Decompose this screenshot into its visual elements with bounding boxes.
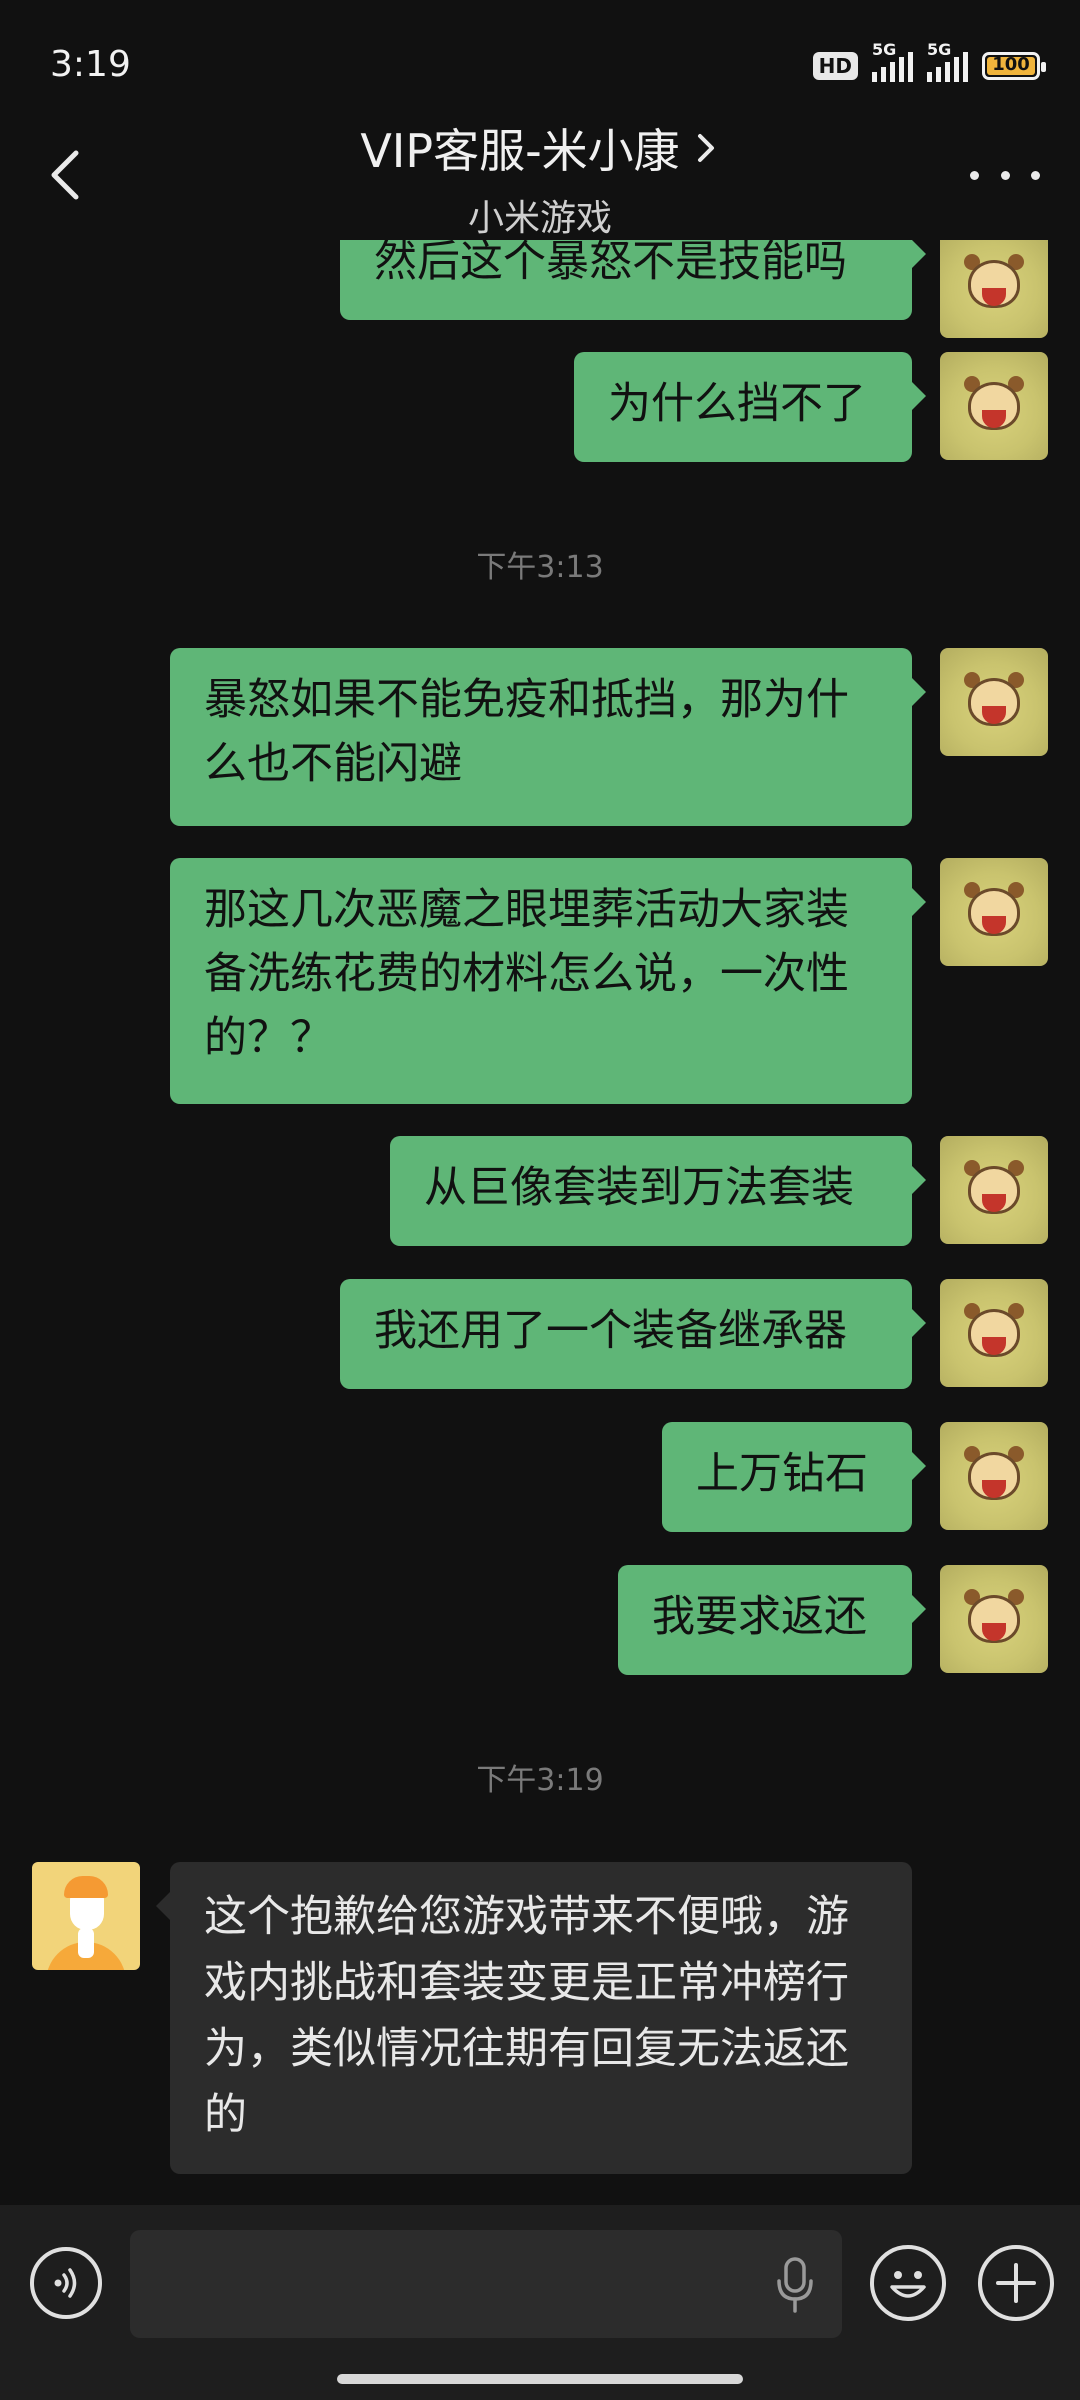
message-text: 这个抱歉给您游戏带来不便哦，游戏内挑战和套装变更是正常冲榜行为，类似情况往期有回… xyxy=(204,1892,849,2140)
chat-header: VIP客服-米小康 小米游戏 xyxy=(0,110,1080,240)
chat-title[interactable]: VIP客服-米小康 xyxy=(360,115,719,181)
signal-icon-2: 5G xyxy=(927,40,968,82)
my-avatar[interactable] xyxy=(940,648,1048,756)
more-icon-dot xyxy=(1031,170,1040,180)
chat-subtitle: 小米游戏 xyxy=(467,198,612,239)
message-bubble-out[interactable]: 然后这个暴怒不是技能吗 xyxy=(340,240,926,320)
message-bubble-out[interactable]: 那这几次恶魔之眼埋葬活动大家装备洗练花费的材料怎么说，一次性的？？ xyxy=(170,858,926,1104)
more-button[interactable] xyxy=(970,160,1040,190)
my-avatar[interactable] xyxy=(940,1136,1048,1244)
message-text: 然后这个暴怒不是技能吗 xyxy=(374,240,847,287)
message-text: 我要求返还 xyxy=(652,1592,867,1642)
message-bubble-out[interactable]: 暴怒如果不能免疫和抵挡，那为什么也不能闪避 xyxy=(170,648,926,826)
title-wrap[interactable]: VIP客服-米小康 小米游戏 xyxy=(0,115,1080,241)
voice-icon xyxy=(54,2268,77,2298)
status-icons: HD 5G 5G 100 xyxy=(812,40,1046,82)
emoji-button[interactable] xyxy=(870,2245,946,2321)
plus-icon xyxy=(996,2263,1036,2303)
message-bubble-out[interactable]: 为什么挡不了 xyxy=(574,352,926,462)
agent-avatar[interactable] xyxy=(32,1862,140,1970)
message-text: 我还用了一个装备继承器 xyxy=(374,1306,847,1356)
message-text: 从巨像套装到万法套装 xyxy=(424,1163,854,1213)
my-avatar[interactable] xyxy=(940,1279,1048,1387)
message-bubble-out[interactable]: 我还用了一个装备继承器 xyxy=(340,1279,926,1389)
message-bubble-in[interactable]: 这个抱歉给您游戏带来不便哦，游戏内挑战和套装变更是正常冲榜行为，类似情况往期有回… xyxy=(156,1862,912,2174)
more-icon-dot xyxy=(970,170,979,180)
my-avatar[interactable] xyxy=(940,858,1048,966)
my-avatar[interactable] xyxy=(940,1565,1048,1673)
mic-icon[interactable] xyxy=(770,2253,820,2317)
message-text: 暴怒如果不能免疫和抵挡，那为什么也不能闪避 xyxy=(204,675,849,789)
battery-level: 100 xyxy=(992,54,1030,75)
network-label-2: 5G xyxy=(927,40,952,59)
timestamp: 下午3:13 xyxy=(476,550,604,585)
message-text: 为什么挡不了 xyxy=(608,379,866,429)
message-bubble-out[interactable]: 上万钻石 xyxy=(662,1422,926,1532)
more-icon-dot xyxy=(1000,170,1010,180)
message-bubble-out[interactable]: 我要求返还 xyxy=(618,1565,926,1675)
chat-area[interactable]: 然后这个暴怒不是技能吗 为什么挡不了 下午3:13 暴怒如果不能免疫和抵挡，那为… xyxy=(0,240,1080,2200)
signal-icon: 5G xyxy=(872,40,913,82)
home-indicator[interactable] xyxy=(337,2374,743,2384)
battery-icon: 100 xyxy=(982,52,1046,80)
network-label-1: 5G xyxy=(872,40,897,59)
emoji-icon xyxy=(890,2271,926,2298)
chevron-right-icon xyxy=(697,134,714,162)
message-bubble-out[interactable]: 从巨像套装到万法套装 xyxy=(390,1136,926,1246)
message-input[interactable] xyxy=(130,2230,842,2338)
chat-title-text: VIP客服-米小康 xyxy=(360,124,680,178)
my-avatar[interactable] xyxy=(940,240,1048,338)
message-text: 那这几次恶魔之眼埋葬活动大家装备洗练花费的材料怎么说，一次性的？？ xyxy=(204,885,849,1063)
hd-badge: HD xyxy=(812,52,858,80)
timestamp: 下午3:19 xyxy=(476,1763,604,1798)
voice-button[interactable] xyxy=(30,2247,102,2319)
message-text: 上万钻石 xyxy=(696,1449,868,1499)
status-time: 3:19 xyxy=(50,44,131,85)
plus-button[interactable] xyxy=(978,2245,1054,2321)
my-avatar[interactable] xyxy=(940,1422,1048,1530)
my-avatar[interactable] xyxy=(940,352,1048,460)
input-bar xyxy=(0,2205,1080,2400)
